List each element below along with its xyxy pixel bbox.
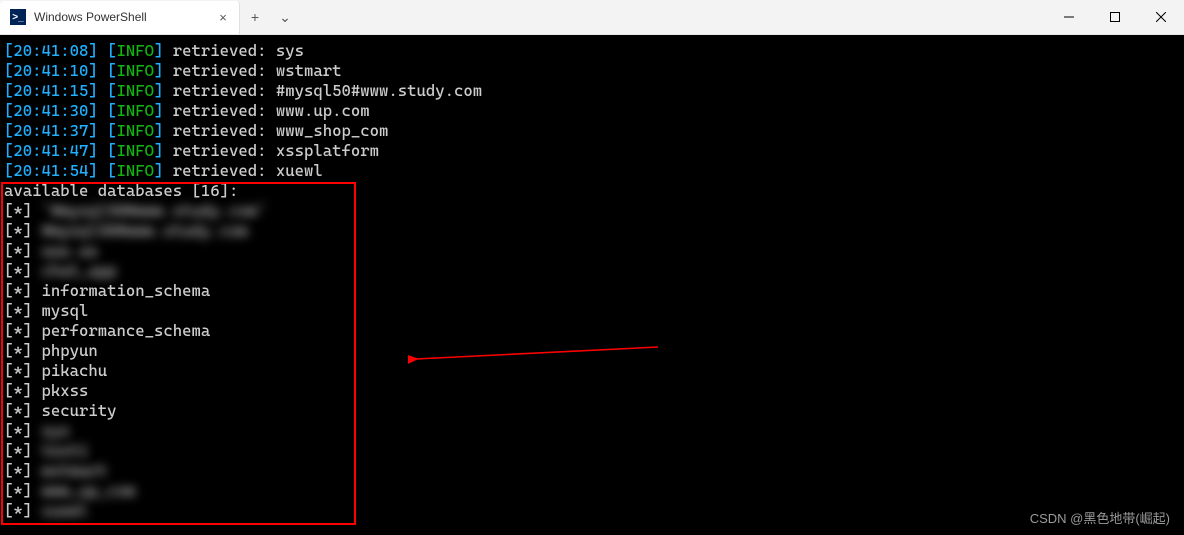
log-label: retrieved: — [173, 81, 267, 100]
db-name: chat_app — [42, 261, 117, 281]
new-tab-button[interactable]: + — [240, 1, 270, 34]
tab-dropdown-button[interactable]: ⌄ — [270, 1, 300, 34]
log-value: wstmart — [276, 61, 342, 80]
db-item: [*] sys — [4, 421, 1180, 441]
db-name: mysql — [42, 301, 89, 320]
db-item: [*] information_schema — [4, 281, 1180, 301]
maximize-button[interactable] — [1092, 0, 1138, 35]
terminal-tab[interactable]: >_ Windows PowerShell × — [0, 1, 240, 34]
db-item: [*] security — [4, 401, 1180, 421]
db-name: pikachu — [42, 361, 108, 380]
db-item: [*] `#mysql50#www.study.com` — [4, 201, 1180, 221]
log-value: www.up.com — [276, 101, 370, 120]
log-label: retrieved: — [173, 141, 267, 160]
log-value: xssplatform — [276, 141, 379, 160]
db-name: wstmart — [42, 461, 108, 481]
db-item: [*] wstmart — [4, 461, 1180, 481]
log-value: #mysql50#www.study.com — [276, 81, 482, 100]
db-item: [*] phpyun — [4, 341, 1180, 361]
powershell-icon: >_ — [10, 9, 26, 25]
timestamp: 20:41:37 — [13, 121, 88, 140]
log-label: retrieved: — [173, 121, 267, 140]
tab-close-button[interactable]: × — [215, 9, 231, 25]
db-item: [*] pkxss — [4, 381, 1180, 401]
log-line: [20:41:10] [INFO] retrieved: wstmart — [4, 61, 1180, 81]
db-name: aaa.aa — [42, 241, 98, 261]
log-value: sys — [276, 41, 304, 60]
log-line: [20:41:15] [INFO] retrieved: #mysql50#ww… — [4, 81, 1180, 101]
log-level: INFO — [117, 41, 155, 60]
log-label: retrieved: — [173, 41, 267, 60]
minimize-button[interactable] — [1046, 0, 1092, 35]
log-label: retrieved: — [173, 161, 267, 180]
db-item: [*] chat_app — [4, 261, 1180, 281]
timestamp: 20:41:08 — [13, 41, 88, 60]
log-line: [20:41:47] [INFO] retrieved: xssplatform — [4, 141, 1180, 161]
log-value: www_shop_com — [276, 121, 389, 140]
log-level: INFO — [117, 121, 155, 140]
log-value: xuewl — [276, 161, 323, 180]
db-item: [*] performance_schema — [4, 321, 1180, 341]
db-name: information_schema — [42, 281, 211, 300]
log-level: INFO — [117, 161, 155, 180]
log-label: retrieved: — [173, 61, 267, 80]
window-close-button[interactable] — [1138, 0, 1184, 35]
db-name: phpyun — [42, 341, 98, 360]
log-line: [20:41:08] [INFO] retrieved: sys — [4, 41, 1180, 61]
log-line: [20:41:30] [INFO] retrieved: www.up.com — [4, 101, 1180, 121]
log-line: [20:41:37] [INFO] retrieved: www_shop_co… — [4, 121, 1180, 141]
log-level: INFO — [117, 61, 155, 80]
db-name: xuewl — [42, 501, 89, 521]
db-item: [*] test1 — [4, 441, 1180, 461]
log-level: INFO — [117, 81, 155, 100]
db-item: [*] #mysql50#www.study.com — [4, 221, 1180, 241]
log-label: retrieved: — [173, 101, 267, 120]
db-name: www_up_com — [42, 481, 136, 501]
log-level: INFO — [117, 141, 155, 160]
tab-title: Windows PowerShell — [34, 10, 215, 24]
timestamp: 20:41:47 — [13, 141, 88, 160]
titlebar: >_ Windows PowerShell × + ⌄ — [0, 0, 1184, 35]
db-name: security — [42, 401, 117, 420]
log-level: INFO — [117, 101, 155, 120]
log-line: [20:41:54] [INFO] retrieved: xuewl — [4, 161, 1180, 181]
db-name: `#mysql50#www.study.com` — [42, 201, 267, 221]
timestamp: 20:41:15 — [13, 81, 88, 100]
timestamp: 20:41:10 — [13, 61, 88, 80]
db-header: available databases [16]: — [4, 181, 1180, 201]
terminal-output[interactable]: [20:41:08] [INFO] retrieved: sys[20:41:1… — [0, 35, 1184, 535]
db-item: [*] mysql — [4, 301, 1180, 321]
db-name: #mysql50#www.study.com — [42, 221, 248, 241]
timestamp: 20:41:30 — [13, 101, 88, 120]
db-item: [*] pikachu — [4, 361, 1180, 381]
db-name: pkxss — [42, 381, 89, 400]
db-name: test1 — [42, 441, 89, 461]
db-item: [*] aaa.aa — [4, 241, 1180, 261]
window-controls — [1046, 0, 1184, 35]
db-name: sys — [42, 421, 70, 441]
db-item: [*] xuewl — [4, 501, 1180, 521]
db-item: [*] www_up_com — [4, 481, 1180, 501]
db-name: performance_schema — [42, 321, 211, 340]
timestamp: 20:41:54 — [13, 161, 88, 180]
